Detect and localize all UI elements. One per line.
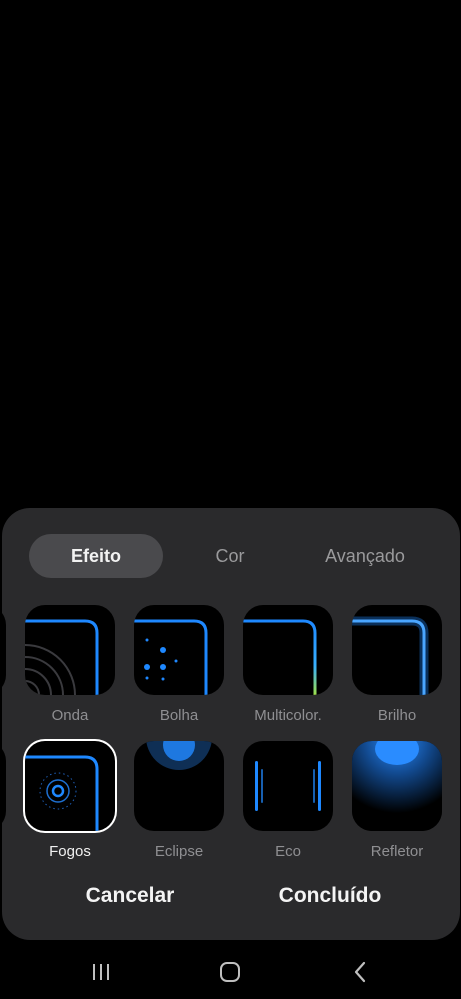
tab-bar: Efeito Cor Avançado xyxy=(2,534,460,578)
edge-lighting-preview xyxy=(0,0,461,508)
effect-tile-multicolor[interactable] xyxy=(243,605,333,695)
effect-label-refletor: Refletor xyxy=(370,843,424,860)
effect-label-onda: Onda xyxy=(51,707,89,724)
bubble-preview-icon xyxy=(134,619,208,695)
fireworks-preview-icon xyxy=(25,755,99,831)
tab-efeito[interactable]: Efeito xyxy=(29,534,163,578)
done-button[interactable]: Concluído xyxy=(230,876,430,916)
navigation-bar xyxy=(0,944,461,999)
effect-label-eclipse: Eclipse xyxy=(154,843,204,860)
spotlight-preview-icon xyxy=(352,741,442,831)
eclipse-preview-icon xyxy=(146,741,212,770)
action-bar: Cancelar Concluído xyxy=(2,876,460,916)
tab-avancado[interactable]: Avançado xyxy=(298,534,432,578)
effect-tile-eco[interactable] xyxy=(243,741,333,831)
effect-tile-refletor[interactable] xyxy=(352,741,442,831)
effect-label-bolha: Bolha xyxy=(159,707,199,724)
tab-cor[interactable]: Cor xyxy=(162,534,298,578)
effect-tile-eclipse[interactable] xyxy=(134,741,224,831)
back-icon[interactable] xyxy=(345,959,375,985)
glow-preview-icon xyxy=(352,616,429,695)
effect-label-multicolor: Multicolor. xyxy=(254,707,322,724)
home-icon[interactable] xyxy=(215,959,245,985)
effect-tile-brilho[interactable] xyxy=(352,605,442,695)
recent-apps-icon[interactable] xyxy=(86,959,116,985)
effect-label-eco: Eco xyxy=(275,843,301,860)
echo-preview-icon xyxy=(255,761,321,811)
effect-label-brilho: Brilho xyxy=(377,707,417,724)
effect-panel: Efeito Cor Avançado Onda Bolha Multicolo… xyxy=(2,508,460,940)
effect-tile-partial[interactable] xyxy=(2,741,6,831)
effect-tile-onda[interactable] xyxy=(25,605,115,695)
cancel-button[interactable]: Cancelar xyxy=(30,876,230,916)
effect-tile-fogos[interactable] xyxy=(25,741,115,831)
wave-preview-icon xyxy=(25,619,99,695)
multicolor-preview-icon xyxy=(243,619,317,695)
effect-tile-partial[interactable] xyxy=(2,605,6,695)
effect-tile-bolha[interactable] xyxy=(134,605,224,695)
effect-label-fogos: Fogos xyxy=(49,843,91,860)
